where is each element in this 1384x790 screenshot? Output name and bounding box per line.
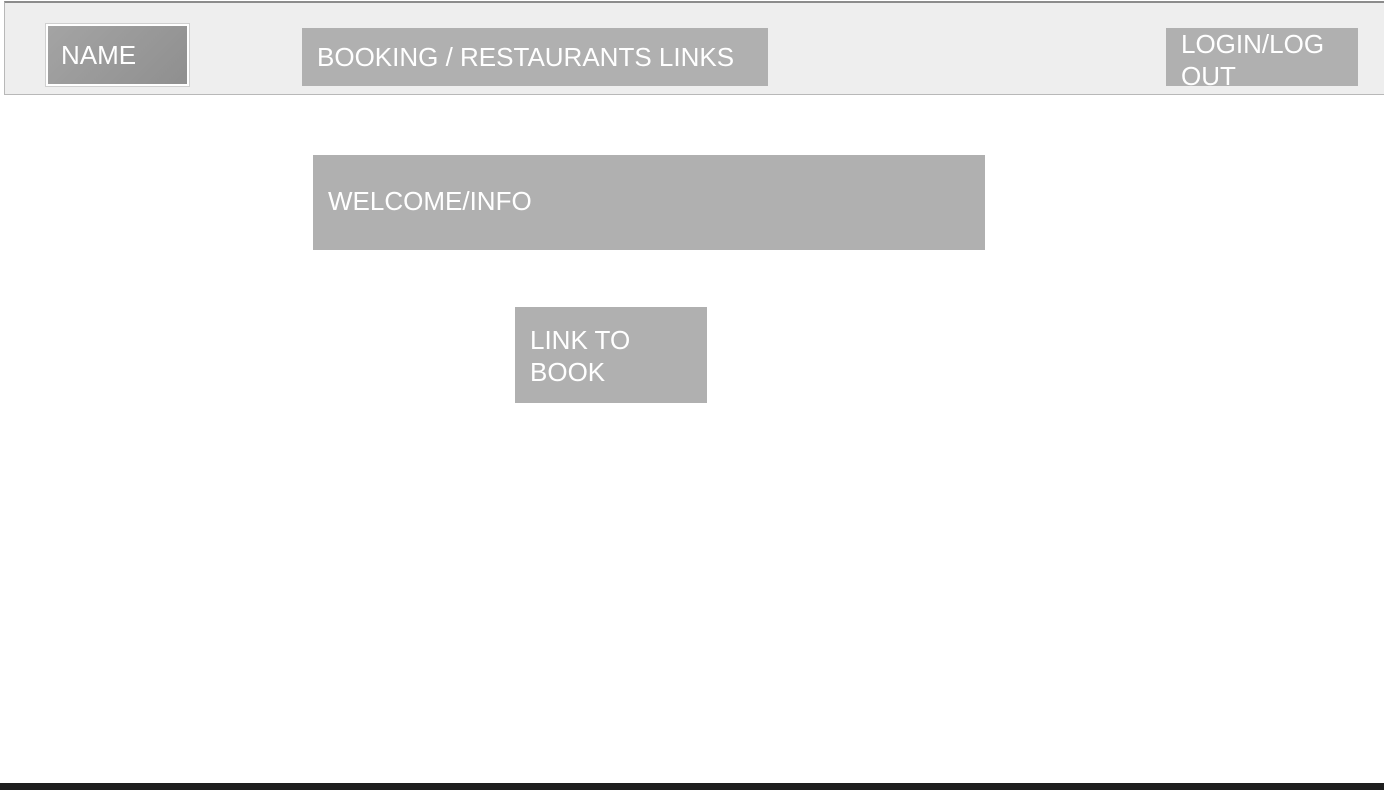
login-logout-button[interactable]: LOGIN/LOG OUT [1166,28,1358,91]
site-name-label: NAME [61,40,137,70]
header-bar: NAME BOOKING / RESTAURANTS LINKS LOGIN/L… [4,1,1384,95]
login-logout-label-line1: LOGIN/LOG [1181,29,1325,59]
link-to-book-label-line1: LINK TO [530,325,631,355]
site-name-box[interactable]: NAME [45,23,190,87]
welcome-info-box: WELCOME/INFO [313,155,985,250]
bottom-bar [0,783,1384,790]
link-to-book-label-line2: BOOK [530,357,606,387]
booking-links-label: BOOKING / RESTAURANTS LINKS [317,42,735,72]
link-to-book-button[interactable]: LINK TO BOOK [515,307,707,403]
wireframe-page: NAME BOOKING / RESTAURANTS LINKS LOGIN/L… [0,0,1384,790]
login-logout-label-line2: OUT [1181,61,1236,91]
welcome-info-label: WELCOME/INFO [328,186,532,216]
booking-restaurants-links-box[interactable]: BOOKING / RESTAURANTS LINKS [302,28,768,86]
